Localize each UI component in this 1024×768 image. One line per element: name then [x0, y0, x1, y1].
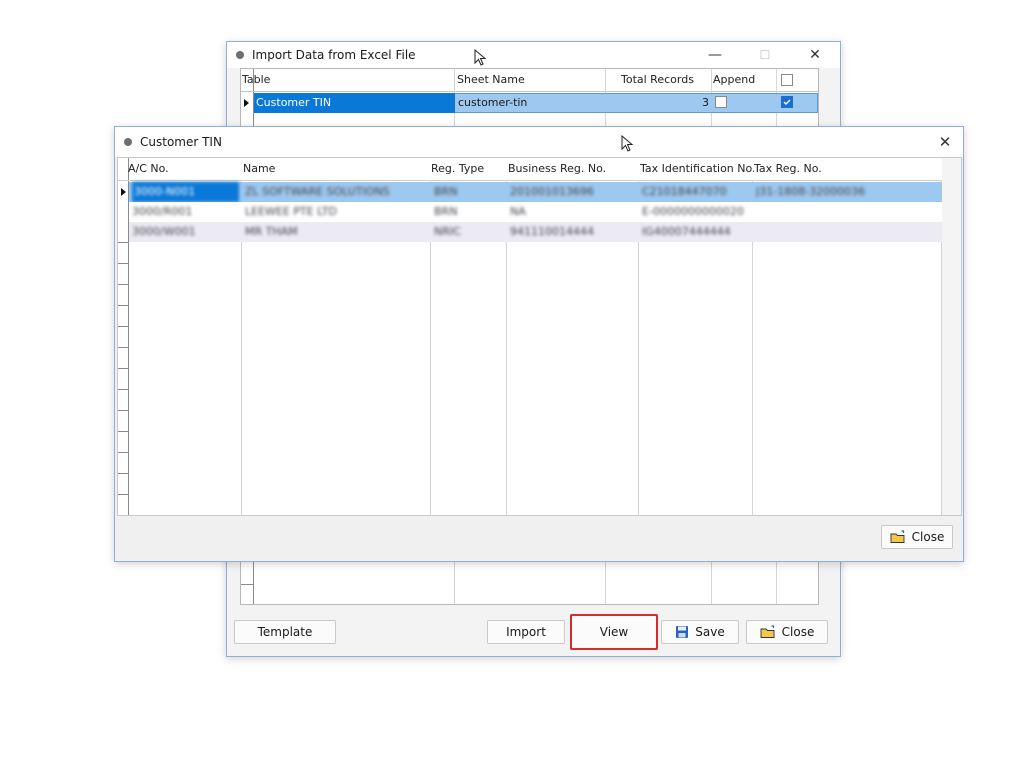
row-1-reg-type[interactable]: BRN [434, 182, 502, 202]
row-3-reg-type[interactable]: NRIC [434, 222, 502, 242]
window-dot-icon [236, 51, 244, 59]
col-header-append[interactable]: Append [713, 69, 773, 91]
row-indicator-arrow-icon [244, 99, 249, 107]
col-header-reg-type[interactable]: Reg. Type [431, 158, 505, 180]
row-indicator-tick [118, 473, 128, 474]
check-icon [783, 99, 791, 105]
row-indicator-tick [118, 305, 128, 306]
vertical-scrollbar[interactable] [942, 158, 961, 515]
row-indicator-tick [118, 410, 128, 411]
save-button[interactable]: Save [661, 620, 739, 644]
row-3-name[interactable]: MR THAM [245, 222, 425, 242]
append-checkbox[interactable] [715, 96, 727, 108]
row-2-name[interactable]: LEEWEE PTE LTD [245, 202, 425, 222]
row-indicator-tick [118, 368, 128, 369]
row-indicator-tick [118, 431, 128, 432]
row-3-business-reg-no[interactable]: 941110014444 [510, 222, 634, 242]
col-header-name[interactable]: Name [243, 158, 423, 180]
row-indicator-tick [118, 389, 128, 390]
import-button[interactable]: Import [487, 620, 565, 644]
save-button-label: Save [695, 625, 725, 639]
col-header-table[interactable]: Table [242, 69, 452, 91]
col-header-business-reg-no[interactable]: Business Reg. No. [508, 158, 638, 180]
col-header-total-records[interactable]: Total Records [621, 69, 721, 91]
import-window-title: Import Data from Excel File [252, 48, 416, 62]
row-3-tax-identification-no[interactable]: IG40007444444 [642, 222, 748, 242]
customer-tin-window: Customer TIN ✕ A/C No. Name Reg. Type Bu… [114, 126, 964, 562]
row-1-tax-reg-no[interactable]: J31-1808-32000036 [756, 182, 936, 202]
row-2-reg-type[interactable]: BRN [434, 202, 502, 222]
row-1-business-reg-no[interactable]: 201001013696 [510, 182, 634, 202]
tin-window-close-x-button[interactable]: ✕ [927, 127, 963, 157]
row-2-tax-reg-no[interactable] [756, 202, 936, 222]
row-3-tax-reg-no[interactable] [756, 222, 936, 242]
row-table-cell[interactable]: Customer TIN [254, 93, 455, 113]
maximize-button[interactable]: ☐ [745, 42, 785, 68]
row-indicator-arrow-icon [121, 188, 126, 196]
import-close-button[interactable]: Close [746, 620, 828, 644]
col-header-sheet-name[interactable]: Sheet Name [457, 69, 597, 91]
row-3-ac-no[interactable]: 3000/W001 [132, 222, 237, 242]
row-indicator-tick [118, 494, 128, 495]
row-2-tax-identification-no[interactable]: E-0000000000020 [642, 202, 748, 222]
row-indicator-tick [118, 284, 128, 285]
row-indicator-tick [118, 326, 128, 327]
import-window-titlebar[interactable]: Import Data from Excel File — ☐ ✕ [227, 42, 840, 68]
row-indicator-tick [118, 242, 128, 243]
folder-open-icon [890, 530, 905, 543]
select-row-checkbox[interactable] [781, 96, 793, 108]
col-header-ac-no[interactable]: A/C No. [128, 158, 238, 180]
row-1-ac-no[interactable]: 3000-N001 [132, 182, 239, 202]
tin-close-button[interactable]: Close [881, 525, 953, 549]
row-total-records-cell[interactable]: 3 [621, 93, 709, 113]
customer-tin-titlebar[interactable]: Customer TIN ✕ [115, 127, 963, 157]
template-button-label: Template [257, 625, 313, 639]
floppy-disk-icon [676, 626, 689, 638]
row-indicator-tick [118, 452, 128, 453]
import-close-button-label: Close [781, 625, 815, 639]
row-indicator-tick [118, 263, 128, 264]
minimize-button[interactable]: — [695, 42, 735, 68]
folder-open-icon [760, 625, 775, 638]
mouse-cursor-icon [621, 135, 634, 152]
row-2-business-reg-no[interactable]: NA [510, 202, 634, 222]
import-button-label: Import [506, 625, 546, 639]
window-dot-icon [124, 138, 132, 146]
col-header-tax-identification-no[interactable]: Tax Identification No. [640, 158, 754, 180]
row-1-tax-identification-no[interactable]: C21018447070 [642, 182, 748, 202]
mouse-cursor-icon [474, 49, 487, 66]
template-button[interactable]: Template [234, 620, 336, 644]
row-1-name[interactable]: ZL SOFTWARE SOLUTIONS [245, 182, 425, 202]
window-close-button[interactable]: ✕ [795, 42, 835, 68]
col-header-tax-reg-no[interactable]: Tax Reg. No. [754, 158, 904, 180]
customer-tin-grid[interactable]: A/C No. Name Reg. Type Business Reg. No.… [117, 157, 962, 516]
row-2-ac-no[interactable]: 3000/R001 [132, 202, 237, 222]
tin-close-button-label: Close [911, 530, 945, 544]
row-sheet-name-cell[interactable]: customer-tin [458, 93, 598, 113]
view-button-label: View [599, 625, 629, 639]
customer-tin-title: Customer TIN [140, 135, 222, 149]
select-all-checkbox[interactable] [781, 74, 793, 86]
row-indicator-tick [118, 347, 128, 348]
view-button[interactable]: View [570, 614, 658, 650]
